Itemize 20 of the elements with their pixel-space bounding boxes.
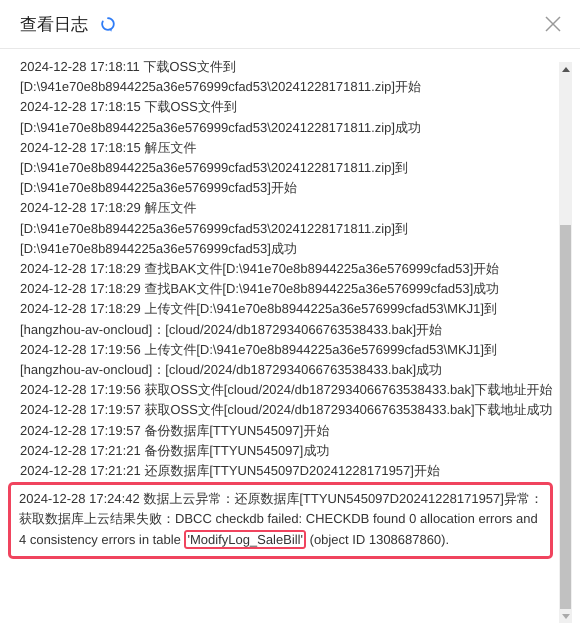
scroll-up-icon[interactable] <box>562 66 570 72</box>
log-entry: 2024-12-28 17:18:11 下载OSS文件到[D:\941e70e8b8944225a36e576999cfad53\20241228171811.zip]开始 <box>20 58 422 96</box>
log-entry: 2024-12-28 17:18:29 解压文件[D:\941e70e8b8944225a36e576999cfad53\20241228171811.zip]到[D:\941e70e8b8944225a36e576999cfad53]成功 <box>20 199 409 258</box>
log-entry: 2024-12-28 17:19:56 上传文件[D:\941e70e8b8944225a36e576999cfad53\MKJ1]到[hangzhou-av-oncloud]：[cloud/2024/db1872934066763538433.bak]成功 <box>20 340 498 380</box>
scrollbar[interactable] <box>559 62 572 623</box>
log-entry: 2024-12-28 17:18:15 解压文件[D:\941e70e8b8944225a36e576999cfad53\20241228171811.zip]到[D:\941e70e8b8944225a36e576999cfad53]开始 <box>20 138 409 198</box>
dialog-title: 查看日志 <box>20 14 88 36</box>
log-entry: 2024-12-28 17:21:21 还原数据库[TTYUN545097D20241228171957]开始 <box>20 462 441 480</box>
scroll-down-icon[interactable] <box>562 614 570 618</box>
refresh-icon[interactable] <box>100 16 116 32</box>
log-entry: 2024-12-28 17:19:56 获取OSS文件[cloud/2024/db1872934066763538433.bak]下载地址开始 <box>20 381 553 400</box>
log-entry: 2024-12-28 17:18:15 下载OSS文件到[D:\941e70e8b8944225a36e576999cfad53\20241228171811.zip]成功 <box>20 98 422 137</box>
log-entry: 2024-12-28 17:18:29 上传文件[D:\941e70e8b8944225a36e576999cfad53\MKJ1]到[hangzhou-av-oncloud]：[cloud/2024/db1872934066763538433.bak]开始 <box>20 300 498 339</box>
scrollbar-thumb[interactable] <box>560 225 571 609</box>
log-entry: 2024-12-28 17:18:29 查找BAK文件[D:\941e70e8b8944225a36e576999cfad53]开始 <box>20 260 500 278</box>
log-entry: 2024-12-28 17:19:57 备份数据库[TTYUN545097]开始 <box>20 422 330 440</box>
log-entry: 2024-12-28 17:19:57 获取OSS文件[cloud/2024/db1872934066763538433.bak]下载地址成功 <box>20 401 553 420</box>
highlighted-log-entry: 2024-12-28 17:24:42 数据上云异常：还原数据库[TTYUN545097D20241228171957]异常：获取数据库上云结果失败：DBCC checkdb failed: CHECKDB found 0 allocation errors and 4 consistency errors in table 'ModifyLog_SaleBill' (object ID 1308687860). <box>8 482 553 559</box>
log-entry: 2024-12-28 17:18:29 查找BAK文件[D:\941e70e8b8944225a36e576999cfad53]成功 <box>20 280 500 298</box>
log-entry: 2024-12-28 17:21:21 备份数据库[TTYUN545097]成功 <box>20 442 330 460</box>
